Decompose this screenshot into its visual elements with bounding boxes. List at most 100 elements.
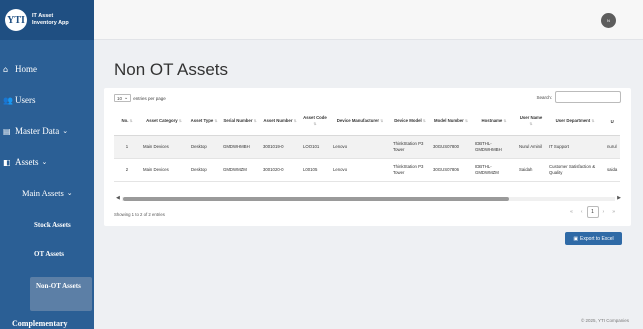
- sidebar-item-assets[interactable]: ◧ Assets ⌄: [0, 157, 94, 167]
- entries-per-page-value: 10: [117, 95, 123, 101]
- column-header-label: Serial Number: [223, 118, 253, 123]
- pagination: « ‹ 1 › »: [566, 206, 619, 218]
- app-root: YTI IT Asset Inventory App ⌂ Home 👥 User…: [0, 0, 643, 329]
- column-header-label: Asset Category: [146, 118, 178, 123]
- table-cell: ThinkStation P3 Tower: [390, 158, 430, 182]
- table-cell: Desktop: [188, 158, 220, 182]
- table-cell: saida: [604, 158, 621, 182]
- table-cell: 2: [114, 158, 140, 182]
- sidebar-item-label: Main Assets: [22, 188, 64, 198]
- sidebar-item-main-assets[interactable]: Main Assets ⌄: [0, 188, 94, 198]
- next-icon[interactable]: ›: [603, 209, 605, 215]
- column-header[interactable]: Model Number ⇅: [430, 108, 472, 136]
- sort-icon: ⇅: [129, 119, 133, 123]
- column-header[interactable]: Serial Number ⇅: [220, 108, 260, 136]
- sort-icon: ⇅: [529, 121, 533, 126]
- sidebar-item-label: Master Data: [15, 126, 60, 136]
- sidebar-item-ot-assets[interactable]: OT Assets: [34, 250, 94, 258]
- column-header-label: Asset Code: [303, 115, 327, 121]
- sidebar: YTI IT Asset Inventory App ⌂ Home 👥 User…: [0, 0, 94, 329]
- column-header[interactable]: Asset Category ⇅: [140, 108, 188, 136]
- scroll-thumb[interactable]: [123, 197, 509, 201]
- scroll-left-icon[interactable]: ◀: [116, 195, 120, 201]
- chevron-down-icon: ⌄: [41, 158, 48, 166]
- table-cell: IT Support: [546, 135, 604, 159]
- table-cell: 30GUS07806: [430, 158, 472, 182]
- column-header[interactable]: User Department ⇅: [546, 108, 604, 136]
- entries-per-page-select[interactable]: 10 ⌄: [114, 94, 132, 102]
- sort-icon: ⇅: [253, 119, 257, 123]
- table-cell: 3001019-0: [260, 135, 300, 159]
- prev-icon[interactable]: ‹: [581, 209, 583, 215]
- column-header[interactable]: Asset Type ⇅: [188, 108, 220, 136]
- first-icon[interactable]: «: [570, 209, 573, 215]
- table-cell: IDBTHL-GMDWMZM: [472, 158, 516, 182]
- scroll-right-icon[interactable]: ▶: [617, 195, 621, 201]
- table-row[interactable]: 1 Main Devices Desktop GMDWHMBH 3001019-…: [114, 135, 621, 159]
- search-label: Search:: [536, 94, 552, 100]
- page-button-current[interactable]: 1: [586, 206, 599, 218]
- column-header[interactable]: Asset Code ⇅: [300, 108, 330, 136]
- sort-icon: ⇅: [313, 121, 317, 126]
- assets-table-card: 10 ⌄ entries per page Search: No. ⇅ Asse…: [104, 88, 631, 226]
- chevron-down-icon: ⌄: [124, 95, 129, 101]
- sidebar-item-label: Home: [15, 64, 37, 74]
- table-row[interactable]: 2 Main Devices Desktop GMDWMZM 3001020-0…: [114, 158, 621, 182]
- column-header[interactable]: User Name ⇅: [516, 108, 546, 136]
- avatar[interactable]: N: [601, 13, 616, 28]
- home-icon: ⌂: [3, 64, 9, 74]
- column-header[interactable]: Hostname ⇅: [472, 108, 516, 136]
- footer-copyright: © 2025, YTI Companies: [580, 318, 629, 323]
- company-logo: YTI: [5, 9, 27, 31]
- sort-icon: ⇅: [503, 119, 507, 123]
- table-header-row: No. ⇅ Asset Category ⇅ Asset Type ⇅ Seri…: [114, 108, 621, 136]
- table-cell: L00105: [300, 158, 330, 182]
- chevron-down-icon: ⌄: [62, 127, 69, 135]
- sidebar-item-stock-assets[interactable]: Stock Assets: [34, 221, 94, 229]
- horizontal-scrollbar[interactable]: ◀ ▶: [116, 195, 621, 202]
- sort-icon: ⇅: [380, 119, 384, 123]
- table-cell: Desktop: [188, 135, 220, 159]
- sidebar-item-non-ot-assets[interactable]: Non-OT Assets: [36, 282, 86, 290]
- database-icon: ▤: [3, 126, 11, 136]
- table-cell: Main Devices: [140, 135, 188, 159]
- table-cell: Lenovo: [330, 158, 390, 182]
- table-cell: Main Devices: [140, 158, 188, 182]
- table-cell: Nurul Aminil: [516, 135, 546, 159]
- table-cell: 30GUS07800: [430, 135, 472, 159]
- table-cell: nurul: [604, 135, 621, 159]
- sidebar-item-home[interactable]: ⌂ Home: [0, 64, 94, 74]
- sidebar-item-label: Assets: [15, 157, 39, 167]
- users-icon: 👥: [3, 95, 13, 105]
- column-header[interactable]: Device Model ⇅: [390, 108, 430, 136]
- column-header[interactable]: Device Manufacturer ⇅: [330, 108, 390, 136]
- table-cell: GMDWMZM: [220, 158, 260, 182]
- sort-icon: ⇅: [591, 119, 595, 123]
- printer-icon: ▣: [573, 235, 579, 242]
- app-name-line1: IT Asset: [32, 13, 54, 19]
- export-label: Export to Excel: [580, 235, 614, 242]
- column-header[interactable]: U: [604, 108, 621, 136]
- sidebar-item-master-data[interactable]: ▤ Master Data ⌄: [0, 126, 94, 136]
- sort-icon: ⇅: [178, 119, 182, 123]
- sidebar-item-users[interactable]: 👥 Users: [0, 95, 94, 105]
- table-cell: Lenovo: [330, 135, 390, 159]
- column-header-label: No.: [121, 118, 129, 123]
- column-header[interactable]: No. ⇅: [114, 108, 140, 136]
- export-excel-button[interactable]: ▣ Export to Excel: [565, 232, 622, 245]
- table-cell: 3001020-0: [260, 158, 300, 182]
- sidebar-item-complementary[interactable]: Complementary: [12, 319, 74, 328]
- column-header-label: Device Model: [394, 118, 422, 123]
- app-name-line2: Inventory App: [32, 20, 69, 26]
- column-header-label: User Department: [555, 118, 591, 123]
- last-icon[interactable]: »: [612, 209, 615, 215]
- sort-icon: ⇅: [422, 119, 426, 123]
- search-input[interactable]: [555, 91, 621, 103]
- table-cell: 1: [114, 135, 140, 159]
- column-header[interactable]: Asset Number ⇅: [260, 108, 300, 136]
- brand[interactable]: YTI IT Asset Inventory App: [0, 0, 94, 40]
- app-name: IT Asset Inventory App: [32, 13, 69, 27]
- table-cell: ThinkStation P3 Tower: [390, 135, 430, 159]
- entries-length-control: 10 ⌄ entries per page: [114, 94, 166, 102]
- assets-table: No. ⇅ Asset Category ⇅ Asset Type ⇅ Seri…: [114, 108, 621, 182]
